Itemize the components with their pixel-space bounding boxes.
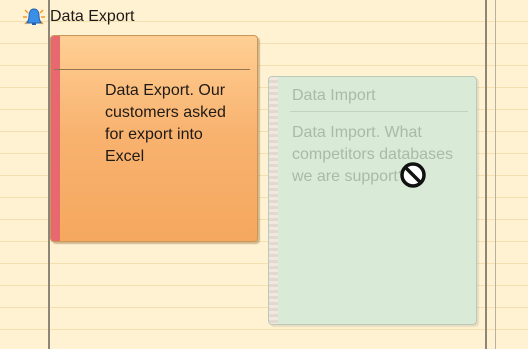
data-import-body: Data Import. What competitors databases … bbox=[292, 124, 453, 185]
no-entry-icon bbox=[400, 162, 426, 188]
data-export-title: Data Export bbox=[50, 8, 135, 25]
data-export-title-row: Data Export bbox=[20, 5, 134, 29]
right-grid-shadow bbox=[495, 0, 496, 349]
calendar-canvas: Data Export Data Export. Our customers a… bbox=[0, 0, 528, 349]
reminder-bell-icon bbox=[23, 8, 45, 25]
note-stripe bbox=[269, 77, 278, 324]
data-export-body: Data Export. Our customers asked for exp… bbox=[105, 82, 226, 165]
data-import-note[interactable] bbox=[268, 76, 477, 325]
right-grid-border bbox=[485, 0, 487, 349]
note-priority-stripe bbox=[51, 36, 60, 241]
data-import-title: Data Import bbox=[292, 87, 376, 104]
data-export-title-divider bbox=[54, 69, 250, 70]
data-import-title-divider bbox=[290, 111, 468, 112]
